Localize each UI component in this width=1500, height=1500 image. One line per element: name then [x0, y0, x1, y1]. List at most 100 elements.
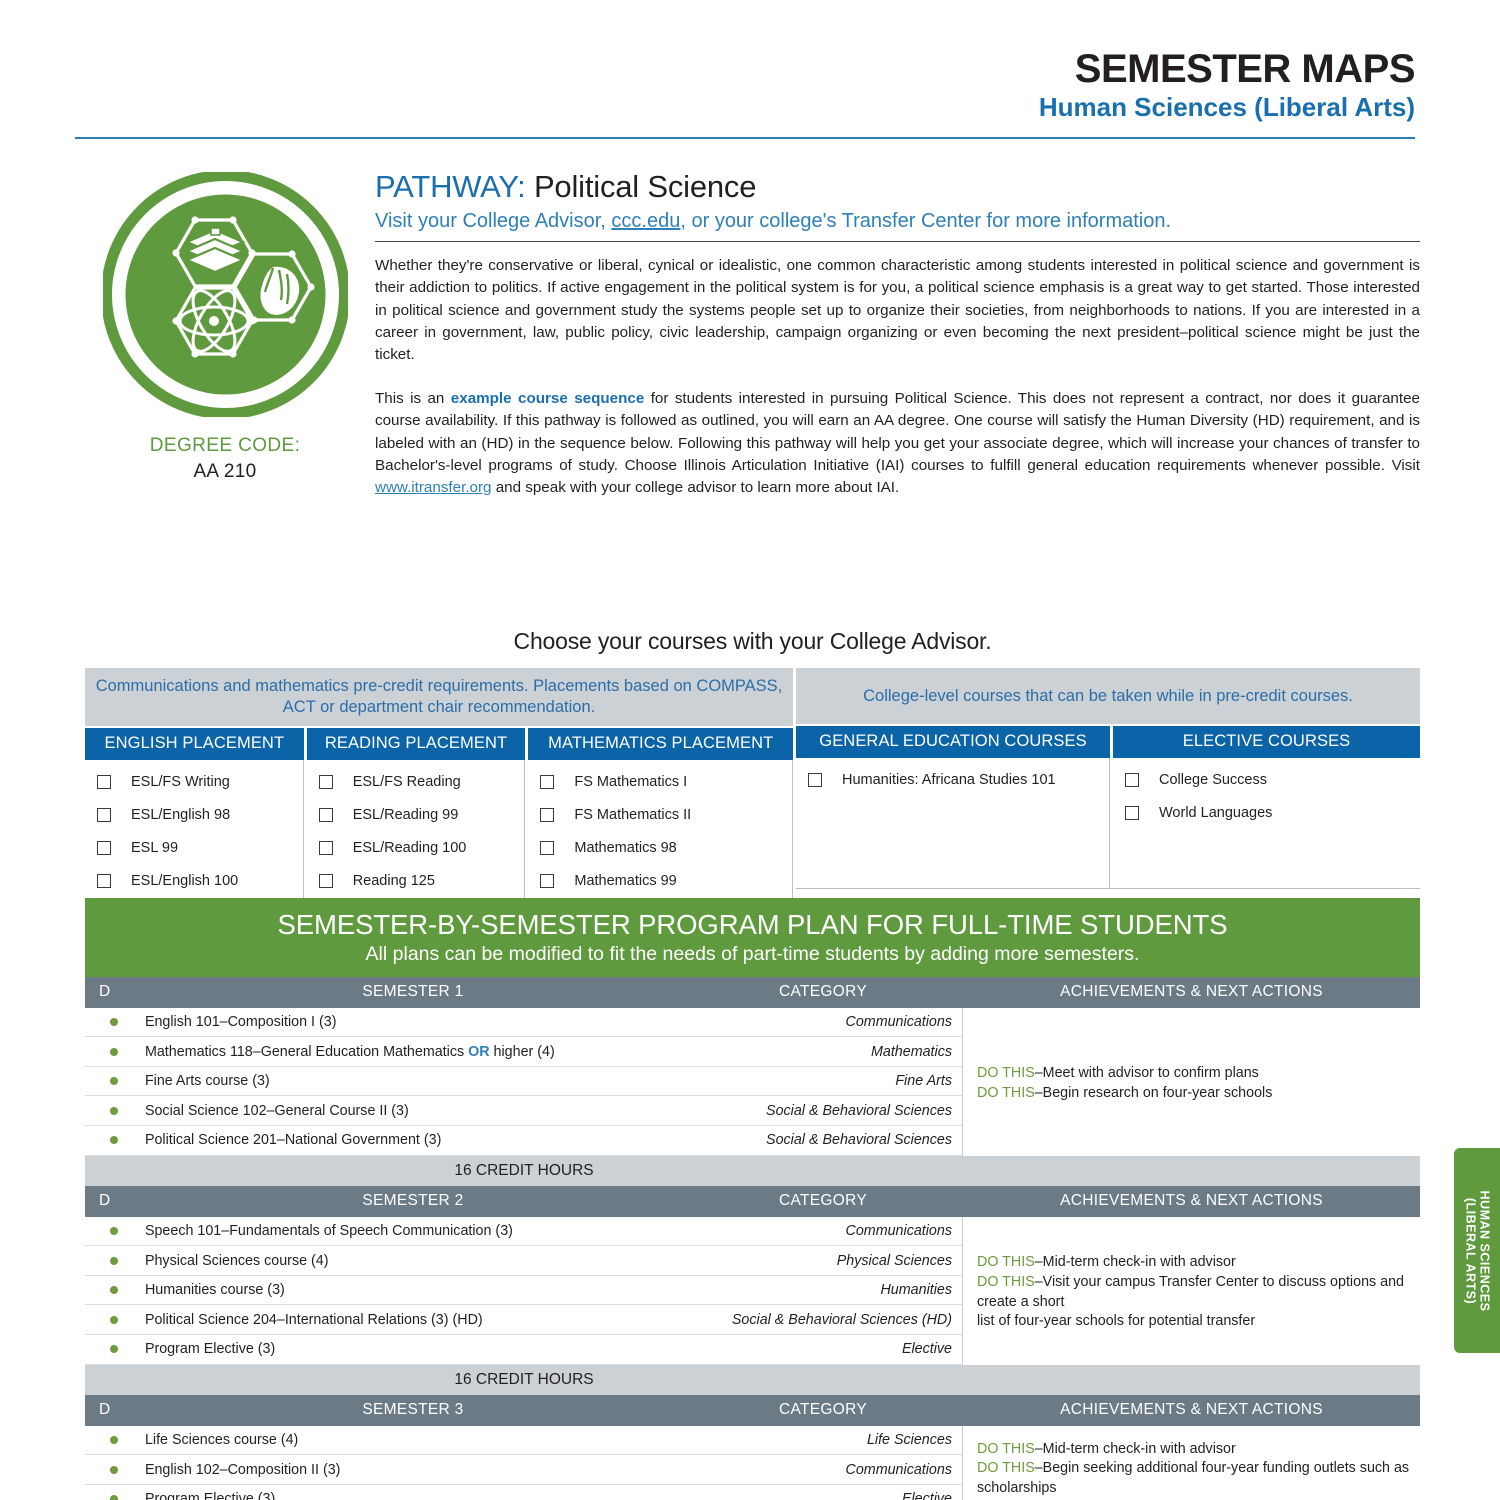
status-dot-cell	[85, 1495, 143, 1500]
course-category: Social & Behavioral Sciences	[766, 1102, 952, 1119]
table-row: Program Elective (3) Elective	[85, 1335, 962, 1365]
checkbox-row[interactable]: Mathematics 99	[540, 873, 792, 889]
checkbox-icon[interactable]	[540, 873, 555, 888]
course-category: Physical Sciences	[836, 1252, 952, 1269]
checkbox-label: Mathematics 99	[574, 872, 677, 889]
checkbox-row[interactable]: ESL/FS Reading	[318, 774, 525, 790]
do-this-label: DO THIS	[977, 1084, 1035, 1101]
col-header-category: CATEGORY	[779, 1191, 867, 1209]
status-dot-cell	[85, 1286, 143, 1295]
status-dot-cell	[85, 1315, 143, 1324]
status-dot-cell	[85, 1226, 143, 1235]
col-header-semester-1: SEMESTER 1	[362, 982, 464, 1000]
table-row: Humanities course (3) Humanities	[85, 1276, 962, 1306]
checkbox-icon[interactable]	[97, 873, 111, 888]
col-header-d: D	[99, 1400, 111, 1418]
status-dot-cell	[85, 1465, 143, 1474]
pathway-heading: PATHWAY: Political Science	[375, 169, 1420, 204]
checkbox-row[interactable]: World Languages	[1125, 805, 1420, 821]
semester-2-course-list: Speech 101–Fundamentals of Speech Commun…	[85, 1216, 963, 1365]
course-category: Social & Behavioral Sciences (HD)	[731, 1311, 952, 1328]
bullet-dot-icon	[109, 1495, 118, 1500]
course-name: Political Science 204–International Rela…	[144, 1311, 483, 1328]
course-name-post: higher (4)	[489, 1043, 555, 1060]
action-line: DO THIS–Visit your campus Transfer Cente…	[977, 1273, 1414, 1312]
degree-code-label: DEGREE CODE:	[149, 435, 301, 456]
program-plan-banner-subtitle: All plans can be modified to fit the nee…	[365, 943, 1140, 966]
table-row: Political Science 204–International Rela…	[85, 1305, 962, 1336]
checkbox-label: FS Mathematics I	[574, 773, 688, 790]
col-header-achievements: ACHIEVEMENTS & NEXT ACTIONS	[1060, 1191, 1323, 1209]
course-name: Physical Sciences course (4)	[144, 1252, 329, 1269]
course-name: Program Elective (3)	[144, 1341, 276, 1358]
page-subtitle: Human Sciences (Liberal Arts)	[1038, 92, 1415, 122]
course-name: Speech 101–Fundamentals of Speech Commun…	[144, 1222, 513, 1239]
bullet-dot-icon	[109, 1435, 118, 1444]
checkbox-row[interactable]: FS Mathematics II	[540, 807, 792, 823]
checkbox-row[interactable]: Humanities: Africana Studies 101	[808, 772, 1109, 788]
status-dot-cell	[85, 1047, 143, 1056]
course-name-pre: Mathematics 118–General Education Mathem…	[144, 1043, 469, 1060]
page-header: SEMESTER MAPS Human Sciences (Liberal Ar…	[0, 0, 1500, 139]
advisor-line-pre: Visit your College Advisor,	[375, 210, 612, 233]
bullet-dot-icon	[109, 1047, 118, 1056]
course-category: Communications	[845, 1461, 952, 1478]
degree-code-value: AA 210	[193, 461, 257, 482]
action-text: –Begin research on four-year schools	[1034, 1084, 1273, 1101]
checkbox-icon[interactable]	[318, 873, 333, 888]
checkbox-row[interactable]: Mathematics 98	[540, 840, 792, 856]
course-name: English 102–Composition II (3)	[144, 1461, 341, 1478]
checkbox-row[interactable]: FS Mathematics I	[540, 774, 792, 790]
elective-course-options: College Success World Languages	[1113, 758, 1420, 888]
table-row: Speech 101–Fundamentals of Speech Commun…	[85, 1217, 962, 1247]
checkbox-icon[interactable]	[1125, 806, 1139, 820]
checkbox-label: College Success	[1159, 772, 1267, 788]
checkbox-icon[interactable]	[318, 840, 333, 855]
checkbox-icon[interactable]	[540, 840, 555, 855]
checkbox-icon[interactable]	[540, 807, 555, 822]
checkbox-icon[interactable]	[1125, 773, 1139, 787]
checkbox-row[interactable]: College Success	[1125, 772, 1420, 788]
itransfer-link[interactable]: www.itransfer.org	[375, 479, 491, 496]
column-header-mathematics-placement: MATHEMATICS PLACEMENT	[528, 727, 793, 760]
reading-placement-options: ESL/FS Reading ESL/Reading 99 ESL/Readin…	[307, 759, 526, 916]
checkbox-icon[interactable]	[318, 774, 333, 789]
bullet-dot-icon	[109, 1106, 118, 1115]
checkbox-row[interactable]: ESL/FS Writing	[97, 774, 303, 790]
checkbox-row[interactable]: ESL/Reading 99	[318, 807, 525, 823]
checkbox-icon[interactable]	[97, 840, 111, 855]
credit-hours-value: 16 CREDIT HOURS	[454, 1370, 594, 1388]
action-text: –Visit your campus Transfer Center to di…	[977, 1273, 1404, 1310]
side-tab-line-2: (LIBERAL ARTS)	[1463, 1197, 1477, 1304]
checkbox-icon[interactable]	[97, 807, 111, 822]
program-plan-banner-title: SEMESTER-BY-SEMESTER PROGRAM PLAN FOR FU…	[277, 909, 1228, 940]
do-this-label: DO THIS	[977, 1440, 1035, 1457]
side-tab-human-sciences[interactable]: HUMAN SCIENCES (LIBERAL ARTS)	[1454, 1148, 1500, 1353]
ccc-edu-link[interactable]: ccc.edu	[611, 210, 680, 232]
action-text: –Begin seeking additional four-year fund…	[977, 1460, 1410, 1497]
checkbox-row[interactable]: ESL 99	[97, 840, 303, 856]
checkbox-icon[interactable]	[318, 807, 333, 822]
course-name: English 101–Composition I (3)	[144, 1013, 337, 1030]
checkbox-label: Humanities: Africana Studies 101	[842, 772, 1056, 788]
course-category: Life Sciences	[866, 1431, 952, 1448]
checkbox-icon[interactable]	[97, 774, 111, 789]
checkbox-row[interactable]: ESL/Reading 100	[318, 839, 525, 856]
table-row: Social Science 102–General Course II (3)…	[85, 1096, 962, 1127]
checkbox-row[interactable]: ESL/English 98	[97, 807, 303, 823]
college-level-column-headers: GENERAL EDUCATION COURSES ELECTIVE COURS…	[796, 726, 1420, 758]
checkbox-label: ESL 99	[131, 839, 179, 856]
semester-2-achievements: DO THIS–Mid-term check-in with advisor D…	[963, 1217, 1420, 1365]
action-line: DO THIS–Mid-term check-in with advisor	[977, 1253, 1414, 1273]
advisor-line: Visit your College Advisor, ccc.edu, or …	[375, 209, 1420, 233]
checkbox-row[interactable]: ESL/English 100	[97, 873, 303, 889]
bullet-dot-icon	[109, 1345, 118, 1354]
course-category: Communications	[845, 1222, 952, 1239]
checkbox-icon[interactable]	[808, 773, 822, 787]
col-header-semester-2: SEMESTER 2	[362, 1191, 464, 1209]
checkbox-label: ESL/Reading 100	[352, 839, 467, 856]
intro-paragraph-2: This is an example course sequence for s…	[375, 388, 1420, 500]
checkbox-icon[interactable]	[540, 774, 555, 789]
action-text: –Mid-term check-in with advisor	[1034, 1440, 1236, 1457]
checkbox-row[interactable]: Reading 125	[318, 873, 525, 889]
